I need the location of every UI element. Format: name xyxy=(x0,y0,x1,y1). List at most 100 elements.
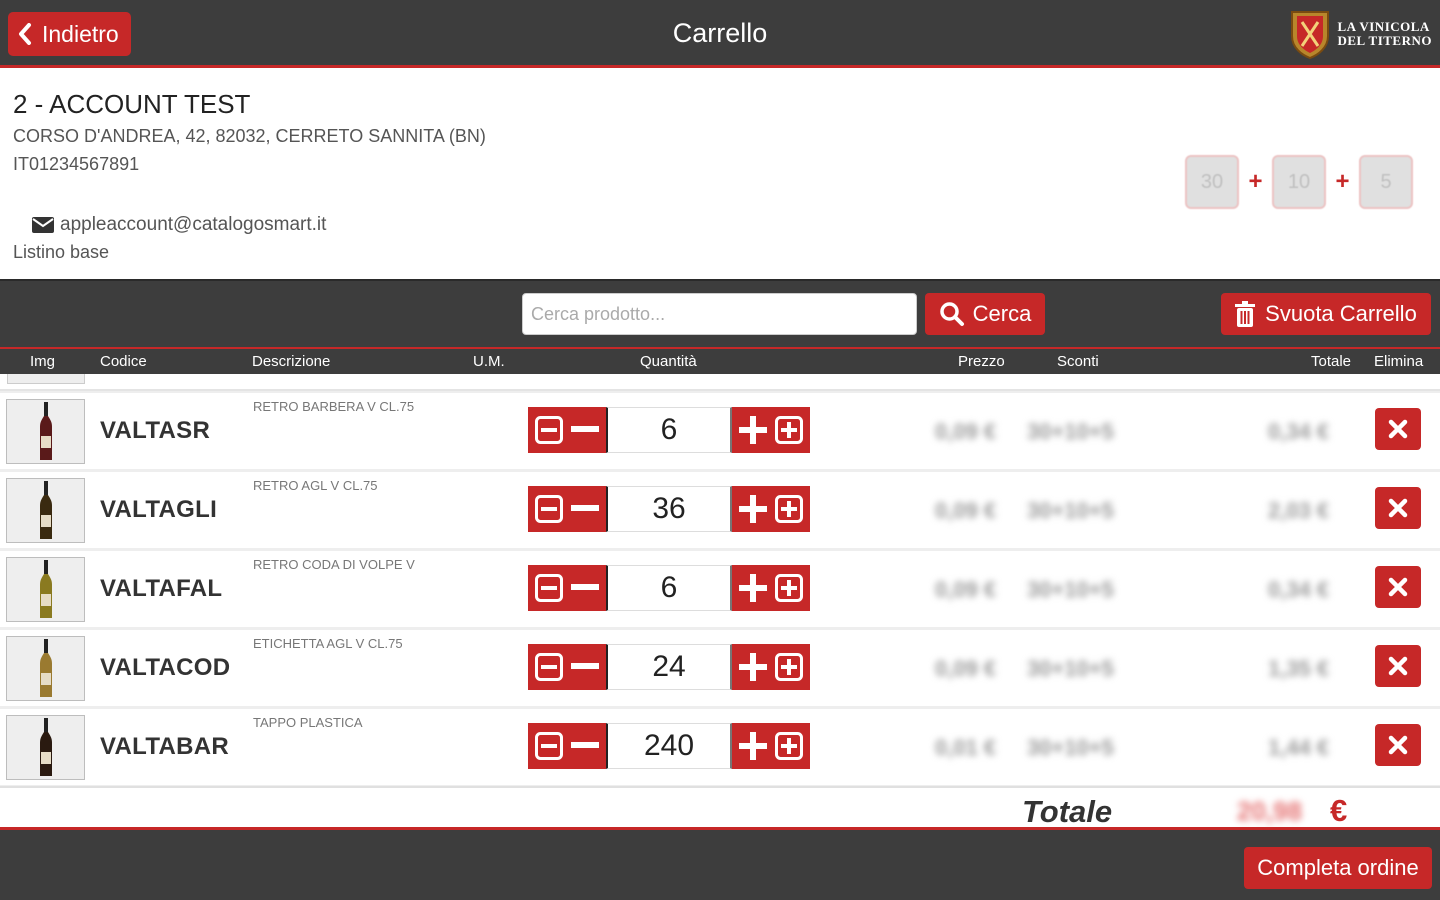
product-description: RETRO CODA DI VOLPE V xyxy=(253,557,415,572)
close-icon xyxy=(1388,419,1408,439)
complete-order-button[interactable]: Completa ordine xyxy=(1244,847,1432,889)
plus-icon xyxy=(739,574,768,602)
minus-icon xyxy=(570,505,599,511)
minus-square-icon xyxy=(535,653,564,681)
decrease-button[interactable] xyxy=(528,565,606,611)
table-row: VALTAFAL RETRO CODA DI VOLPE V 0,09 € 30… xyxy=(0,551,1440,627)
wine-bottle-icon xyxy=(39,480,52,539)
quantity-stepper xyxy=(528,723,810,769)
delete-row-button[interactable] xyxy=(1375,724,1421,766)
plus-square-icon xyxy=(774,653,803,681)
price-list: Listino base xyxy=(13,242,110,262)
minus-square-icon xyxy=(535,732,564,760)
search-button[interactable]: Cerca xyxy=(925,293,1045,335)
product-code: VALTAFAL xyxy=(100,575,223,602)
decrease-button[interactable] xyxy=(528,644,606,690)
col-description: Descrizione xyxy=(252,353,331,370)
col-um: U.M. xyxy=(473,353,505,370)
delete-row-button[interactable] xyxy=(1375,408,1421,450)
discount-field-1[interactable]: 30 xyxy=(1185,155,1239,209)
product-description: RETRO AGL V CL.75 xyxy=(253,478,378,493)
product-total: 1,35 € xyxy=(1268,656,1330,681)
close-icon xyxy=(1388,498,1408,518)
minus-square-icon xyxy=(535,495,564,523)
product-description: ETICHETTA AGL V CL.75 xyxy=(253,636,403,651)
product-code: VALTABAR xyxy=(100,733,230,760)
product-price: 0,09 € xyxy=(935,498,997,523)
account-vat: IT01234567891 xyxy=(13,154,140,174)
discount-field-2[interactable]: 10 xyxy=(1272,155,1326,209)
increase-button[interactable] xyxy=(732,565,810,611)
col-total: Totale xyxy=(1311,353,1352,370)
quantity-input[interactable] xyxy=(606,565,732,611)
product-code: VALTAGLI xyxy=(100,496,218,523)
plus-icon xyxy=(739,495,768,523)
table-row-partial xyxy=(0,374,1440,391)
product-total: 2,03 € xyxy=(1268,498,1330,523)
decrease-button[interactable] xyxy=(528,723,606,769)
col-img: Img xyxy=(30,353,56,370)
product-price: 0,09 € xyxy=(935,656,997,681)
minus-icon xyxy=(570,426,599,432)
plus-square-icon xyxy=(774,732,803,760)
plus-icon xyxy=(739,653,768,681)
logo-line-1: LA VINICOLA xyxy=(1337,19,1430,34)
decrease-button[interactable] xyxy=(528,407,606,453)
product-thumbnail[interactable] xyxy=(6,478,85,543)
increase-button[interactable] xyxy=(732,644,810,690)
product-discounts: 30+10+5 xyxy=(1027,735,1114,760)
account-address: CORSO D'ANDREA, 42, 82032, CERRETO SANNI… xyxy=(13,126,486,146)
quantity-stepper xyxy=(528,644,810,690)
top-bar: Indietro Carrello LA VINICOLA DEL TITERN… xyxy=(0,0,1440,68)
discount-group: 30 + 10 + 5 xyxy=(1185,155,1413,209)
product-description: RETRO BARBERA V CL.75 xyxy=(253,399,415,414)
product-discounts: 30+10+5 xyxy=(1027,419,1114,444)
quantity-input[interactable] xyxy=(606,486,732,532)
product-price: 0,09 € xyxy=(935,419,997,444)
minus-icon xyxy=(570,742,599,748)
quantity-input[interactable] xyxy=(606,723,732,769)
logo-line-2: DEL TITERNO xyxy=(1337,33,1432,48)
account-name: 2 - ACCOUNT TEST xyxy=(13,89,251,119)
product-total: 0,34 € xyxy=(1268,419,1330,444)
quantity-input[interactable] xyxy=(606,644,732,690)
delete-row-button[interactable] xyxy=(1375,566,1421,608)
decrease-button[interactable] xyxy=(528,486,606,532)
search-input[interactable] xyxy=(522,293,917,335)
increase-button[interactable] xyxy=(732,407,810,453)
product-discounts: 30+10+5 xyxy=(1027,656,1114,681)
plus-icon: + xyxy=(1335,168,1350,195)
table-row: VALTACOD ETICHETTA AGL V CL.75 0,09 € 30… xyxy=(0,630,1440,706)
brand-logo: LA VINICOLA DEL TITERNO xyxy=(1288,8,1433,60)
product-code: VALTACOD xyxy=(100,654,231,681)
product-thumbnail[interactable] xyxy=(6,399,85,464)
search-button-label: Cerca xyxy=(972,301,1032,326)
total-value: 20,98 xyxy=(1237,796,1303,826)
increase-button[interactable] xyxy=(732,486,810,532)
product-code: VALTASR xyxy=(100,417,211,444)
product-price: 0,01 € xyxy=(935,735,997,760)
product-thumbnail[interactable] xyxy=(6,636,85,701)
close-icon xyxy=(1388,656,1408,676)
product-total: 1,44 € xyxy=(1268,735,1330,760)
minus-icon xyxy=(570,663,599,669)
product-thumbnail xyxy=(7,374,85,384)
discount-field-3[interactable]: 5 xyxy=(1359,155,1413,209)
clear-cart-button[interactable]: Svuota Carrello xyxy=(1221,293,1431,335)
delete-row-button[interactable] xyxy=(1375,645,1421,687)
account-email[interactable]: appleaccount@catalogosmart.it xyxy=(32,214,326,236)
shield-logo-icon xyxy=(1290,11,1329,60)
quantity-stepper xyxy=(528,486,810,532)
page-title: Carrello xyxy=(672,18,768,48)
product-thumbnail[interactable] xyxy=(6,557,85,622)
wine-bottle-icon xyxy=(39,717,52,776)
quantity-stepper xyxy=(528,565,810,611)
increase-button[interactable] xyxy=(732,723,810,769)
quantity-input[interactable] xyxy=(606,407,732,453)
total-label: Totale xyxy=(1022,794,1113,829)
cart-table[interactable]: VALTASR RETRO BARBERA V CL.75 0,09 € 30+… xyxy=(0,374,1440,786)
delete-row-button[interactable] xyxy=(1375,487,1421,529)
product-thumbnail[interactable] xyxy=(6,715,85,780)
plus-icon xyxy=(739,416,768,444)
account-panel: 2 - ACCOUNT TEST CORSO D'ANDREA, 42, 820… xyxy=(0,71,1440,279)
